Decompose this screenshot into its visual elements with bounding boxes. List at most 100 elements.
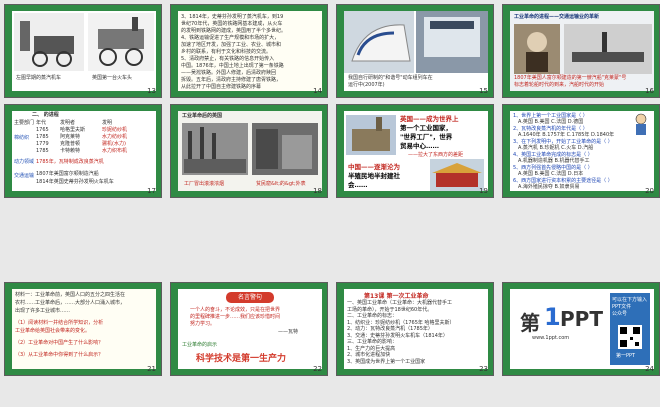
- cell: 1765: [36, 127, 49, 133]
- china-line: 会……: [348, 181, 368, 189]
- britain-line: "世界工厂"，世界: [400, 133, 453, 141]
- text-line: 乡村的联系，有利于文化和科技的交流。: [181, 49, 272, 55]
- text-line: 3、英国成为世界上第一个工业国家: [347, 358, 426, 365]
- slide-content: 英国——成为世界上 第一个工业国家， "世界工厂"，世界 贸易中心…… ——拉大…: [344, 111, 488, 191]
- text-line: 中国。1876年，中国土地上出现了第一条铁路: [181, 63, 284, 69]
- slide-thumb-24[interactable]: 第 1 PPT www.1ppt.com 可以在下方输入 PPT文件 公众号 第…: [502, 282, 660, 376]
- slide-content: 材料一：工业革命前，英国人口的五分之四生活在 农村……工业革命后，……大部分人口…: [12, 289, 156, 369]
- quote-line: 一个人的奋斗，不论成效，只是在把世界: [190, 307, 281, 313]
- side-label: 交通运输: [14, 173, 35, 179]
- slide-content: 工业革命后的英国 工厂冒出滚滚浓烟 贫民窟&lt;的&gt;外表: [178, 111, 322, 191]
- inspiration-label: 工业革命的启示: [182, 342, 218, 348]
- quote-line: 努力学习。: [190, 321, 216, 327]
- brand-logo-ppt: PPT: [560, 307, 603, 331]
- slide-thumb-20[interactable]: 1、世界上第一个工业国家是（ ） A.英国 B.美国 C.法国 D.德国 2、瓦…: [502, 104, 660, 198]
- text-line: 4、铁路运输促进了生产规模和市场的扩大，: [181, 35, 280, 41]
- quiz-line: A.英国 B.美国 C.法国 D.德国: [518, 119, 584, 125]
- cell: 哈格里夫斯: [60, 127, 86, 133]
- caption: 运行中(2007年): [348, 82, 385, 88]
- slide-content: 第 1 PPT www.1ppt.com 可以在下方输入 PPT文件 公众号 第…: [510, 289, 654, 369]
- brand-url: www.1ppt.com: [532, 335, 570, 341]
- gap-note: ——拉大了东西方的差距: [408, 152, 464, 158]
- text-line: 材料一：工业革命前，英国人口的五分之四生活在: [15, 292, 126, 298]
- promo-line: PPT文件: [612, 304, 632, 310]
- slide-content: 左图早期的蒸汽机车 英国第一台火车头: [12, 11, 156, 91]
- promo-line: 可以在下方输入: [612, 297, 648, 303]
- caption: 标志着轮船时代的到来，汽船时代的开始: [514, 82, 605, 88]
- text-line: 加速了地区开发，加强了工业、农业、城市和: [181, 42, 282, 48]
- quiz-line: A.英国 B.美国 C.法国 D.日本: [518, 171, 584, 177]
- text-line: 从此拉开了中国自主修建铁路的序幕: [181, 84, 262, 90]
- slide-content: 第13课 第一次工业革命 一、英国工业革命（工业革命：大机器代替手工 工场的革命…: [344, 289, 488, 369]
- caption: 我国自行研制的"和谐号"动车组列车在: [348, 75, 433, 81]
- cell: 珍妮纺纱机: [102, 127, 128, 133]
- cell: 1785: [36, 134, 49, 140]
- quote-line: 的里程碑推进一步……我们应该珍惜时间: [190, 314, 281, 320]
- slide-number: 18: [313, 187, 322, 195]
- slide-title: 第13课 第一次工业革命: [364, 293, 429, 300]
- slide-thumb-14[interactable]: 3、1814年，史蒂芬孙发明了蒸汽机车，到19 世纪70年代，英国的铁路网基本建…: [170, 4, 328, 98]
- power-text: 1785年，瓦特制成改良蒸汽机: [36, 159, 104, 165]
- steamboat-portrait: [514, 24, 652, 74]
- text-line: 出现了许多工业城市……: [15, 308, 71, 314]
- quiz-line: A.蒸汽机 B.珍妮机 C.火车 D.汽船: [518, 145, 594, 151]
- industrial-city-photos: [182, 123, 318, 175]
- slide-number: 16: [645, 87, 654, 95]
- slide-thumb-16[interactable]: 工业革命的进程——交通运输业的革新 1807年美国人富尔顿建造的第一艘汽船"克莱…: [502, 4, 660, 98]
- cell: 1785: [36, 148, 49, 154]
- slide-content: 二、 的进程 主要部门 年代 发明者 发明 棉纺织 1765 哈格里夫斯 珍妮纺…: [12, 111, 156, 191]
- slide-thumb-15[interactable]: 我国自行研制的"和谐号"动车组列车在 运行中(2007年) 15: [336, 4, 494, 98]
- slide-thumb-21[interactable]: 材料一：工业革命前，英国人口的五分之四生活在 农村……工业革命后，……大部分人口…: [4, 282, 162, 376]
- slide-number: 15: [479, 87, 488, 95]
- quote-author: ——瓦特: [278, 329, 299, 335]
- slide-title: 工业革命后的英国: [182, 113, 223, 119]
- cell: 1779: [36, 141, 49, 147]
- col-head: 发明者: [60, 120, 76, 126]
- quote-banner: 名言警句: [226, 292, 274, 303]
- quiz-line: A.1640年 B.1757年 C.1785年 D.1840年: [518, 132, 615, 138]
- slide-thumb-22[interactable]: 名言警句 一个人的奋斗，不论成效，只是在把世界 的里程碑推进一步……我们应该珍惜…: [170, 282, 328, 376]
- side-label: 棉纺织: [14, 135, 30, 141]
- teacher-icon: [635, 113, 647, 135]
- headline: 科学技术是第一生产力: [196, 354, 287, 364]
- slide-content: 我国自行研制的"和谐号"动车组列车在 运行中(2007年): [344, 11, 488, 91]
- slide-content: 工业革命的进程——交通运输业的革新 1807年美国人富尔顿建造的第一艘汽船"克莱…: [510, 11, 654, 91]
- slide-thumb-17[interactable]: 二、 的进程 主要部门 年代 发明者 发明 棉纺织 1765 哈格里夫斯 珍妮纺…: [4, 104, 162, 198]
- cell: 水力纺纱机: [102, 134, 128, 140]
- text-line: 3、1814年，史蒂芬孙发明了蒸汽机车，到19: [181, 14, 284, 20]
- slide-number: 20: [645, 187, 654, 195]
- slide-number: 17: [147, 187, 156, 195]
- text-line: 世纪70年代，英国的铁路网基本建成，从火车: [181, 21, 283, 27]
- slide-number: 14: [313, 87, 322, 95]
- text-line: （1）阅读材料一并结合所学知识，分析: [15, 320, 104, 326]
- slide-thumb-19[interactable]: 英国——成为世界上 第一个工业国家， "世界工厂"，世界 贸易中心…… ——拉大…: [336, 104, 494, 198]
- slide-content: 名言警句 一个人的奋斗，不论成效，只是在把世界 的里程碑推进一步……我们应该珍惜…: [178, 289, 322, 369]
- traffic-text: 1814年英国史蒂芬孙发明火车机车: [36, 179, 114, 185]
- slide-thumb-23[interactable]: 第13课 第一次工业革命 一、英国工业革命（工业革命：大机器代替手工 工场的革命…: [336, 282, 494, 376]
- text-line: （3）从工业革命中你得到了什么启示？: [15, 352, 104, 358]
- slide-number: 21: [147, 365, 156, 373]
- slide-number: 19: [479, 187, 488, 195]
- col-head: 年代: [36, 120, 47, 126]
- text-line: 工业革命给英国社会带来的变化。: [15, 328, 91, 334]
- quiz-line: A.机器制造机器 B.机器代替手工: [518, 158, 590, 164]
- text-line: （2）工业革命对中国产生了什么影响？: [15, 340, 104, 346]
- cell: 阿克莱特: [60, 134, 81, 140]
- text-line: 农村……工业革命后，……大部分人口涌入城市，: [15, 300, 126, 306]
- text-line: 的发明到铁路网的建成，英国用了半个多世纪。: [181, 28, 287, 34]
- caption-right: 贫民窟&lt;的&gt;外表: [256, 181, 306, 187]
- slide-thumb-18[interactable]: 工业革命后的英国 工厂冒出滚滚浓烟 贫民窟&lt;的&gt;外表 18: [170, 104, 328, 198]
- forbidden-city-photo: [430, 159, 484, 191]
- slide-number: 22: [313, 365, 322, 373]
- slide-title: 工业革命的进程——交通运输业的革新: [514, 14, 600, 20]
- cell: 骡机(水力): [102, 141, 126, 147]
- col-head: 主要部门: [14, 120, 35, 126]
- cell: 水力织布机: [102, 148, 128, 154]
- col-head: 发明: [102, 120, 113, 126]
- promo-panel: 可以在下方输入 PPT文件 公众号 第一PPT: [610, 293, 650, 365]
- caption-left: 左图早期的蒸汽机车: [16, 75, 62, 81]
- table-title: 二、 的进程: [32, 112, 59, 118]
- china-line: 中国——逐渐沦为: [348, 163, 400, 171]
- text-line: 拆毁。五年后，清政府主持修建了唐胥铁路，: [181, 77, 282, 83]
- slide-thumb-13[interactable]: 左图早期的蒸汽机车 英国第一台火车头 13: [4, 4, 162, 98]
